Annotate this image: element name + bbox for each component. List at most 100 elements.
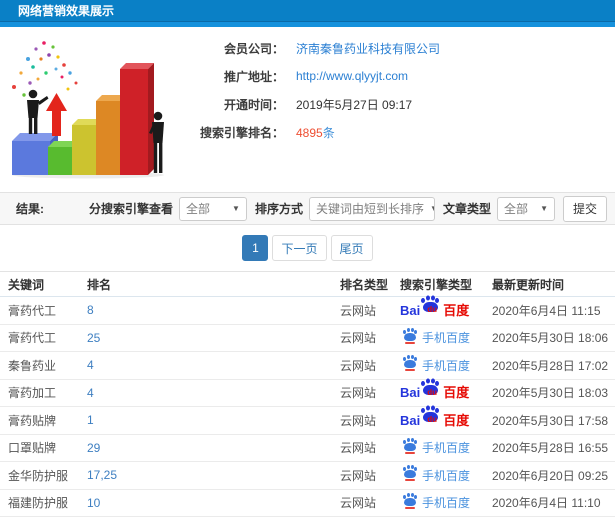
col-keyword: 关键词 [8, 277, 45, 292]
mobile-baidu-logo: 手机百度 [403, 467, 471, 484]
rank-link[interactable]: 4 [87, 358, 340, 372]
company-label: 会员公司： [223, 41, 284, 56]
rank-link[interactable]: 10 [87, 496, 340, 510]
updated-cell: 2020年6月20日 09:25 [492, 468, 609, 483]
rank-type-cell: 云网站 [340, 303, 377, 318]
engine-filter-value: 全部 [185, 202, 210, 216]
company-link[interactable]: 济南秦鲁药业科技有限公司 [296, 40, 440, 57]
updated-cell: 2020年5月28日 17:02 [492, 358, 609, 373]
mobile-baidu-paw-icon [403, 329, 416, 344]
table-row: 膏药代工 8 云网站 Bai du 百度 2020年6月4日 11:15 [0, 297, 615, 325]
col-updated: 最新更新时间 [492, 277, 565, 292]
info-row-rank-count: 搜索引擎排名： 4895条 [184, 124, 440, 140]
baidu-logo: Bai du 百度 [400, 408, 470, 428]
rank-type-cell: 云网站 [340, 413, 377, 428]
sort-value: 关键词由短到长排序 [315, 202, 424, 216]
mobile-baidu-paw-icon [403, 494, 416, 509]
baidu-logo-cn: 百度 [443, 385, 470, 401]
baidu-logo-bai: Bai [400, 302, 421, 318]
results-table: 关键词 排名 排名类型 搜索引擎类型 最新更新时间 膏药代工 8 云网站 Bai du 百… [0, 271, 615, 517]
keyword-cell: 秦鲁药业 [8, 358, 57, 373]
updated-cell: 2020年6月4日 11:10 [492, 496, 601, 511]
keyword-cell: 口罩贴牌 [8, 441, 57, 456]
businessman-left [27, 89, 49, 134]
submit-button[interactable]: 提交 [562, 195, 607, 222]
mobile-baidu-logo: 手机百度 [403, 494, 471, 511]
next-page-button[interactable]: 下一页 [272, 235, 327, 261]
paw-underline [405, 479, 415, 482]
page-1-button[interactable]: 1 [242, 235, 269, 261]
mobile-baidu-label: 手机百度 [422, 468, 471, 483]
sort-select[interactable]: 关键词由短到长排序 ▼ [308, 196, 435, 221]
filter-controls: 分搜索引擎查看 全部 ▼ 排序方式 关键词由短到长排序 ▼ 文章类型 全部 ▼ … [81, 195, 607, 222]
mobile-baidu-label: 手机百度 [422, 496, 471, 511]
updated-cell: 2020年5月30日 18:03 [492, 386, 609, 401]
mobile-baidu-paw-icon [403, 439, 416, 454]
rank-link[interactable]: 25 [87, 331, 340, 345]
article-type-select[interactable]: 全部 ▼ [496, 196, 555, 221]
table-row: 秦鲁药业 4 云网站 手机百度 2020年5月28日 17:02 [0, 352, 615, 380]
info-row-company: 会员公司： 济南秦鲁药业科技有限公司 [184, 40, 440, 56]
engine-cell: 手机百度 [400, 357, 492, 374]
bar-red [120, 63, 154, 175]
confetti-dots [12, 41, 78, 97]
mobile-baidu-label: 手机百度 [422, 331, 471, 346]
baidu-logo: Bai du 百度 [400, 380, 470, 401]
engine-cell: 手机百度 [400, 494, 492, 511]
engine-filter-label: 分搜索引擎查看 [88, 202, 173, 216]
updated-cell: 2020年5月28日 16:55 [492, 441, 609, 456]
baidu-logo-du: du [427, 305, 438, 315]
table-row: 口罩贴牌 29 云网站 手机百度 2020年5月28日 16:55 [0, 435, 615, 462]
rank-type-cell: 云网站 [340, 331, 377, 346]
table-row: 膏药加工 4 云网站 Bai du 百度 2020年5月30日 18:03 [0, 380, 615, 407]
info-row-open-time: 开通时间： 2019年5月27日 09:17 [184, 96, 440, 112]
baidu-paw-icon: du [421, 380, 439, 397]
keyword-cell: 金华防护服 [8, 468, 69, 483]
marketing-chart-illustration [12, 41, 164, 179]
engine-cell: 手机百度 [400, 467, 492, 484]
hero-section: 会员公司： 济南秦鲁药业科技有限公司 推广地址： http://www.qlyy… [0, 27, 615, 179]
baidu-paw-icon: du [421, 298, 439, 315]
engine-cell: Bai du 百度 [400, 380, 492, 401]
baidu-logo-bai: Bai [400, 412, 421, 428]
rank-type-cell: 云网站 [340, 468, 377, 483]
rank-link[interactable]: 8 [87, 303, 340, 317]
rank-link[interactable]: 17,25 [87, 468, 340, 482]
baidu-logo: Bai du 百度 [400, 298, 469, 318]
open-time-label: 开通时间： [223, 97, 284, 112]
engine-cell: 手机百度 [400, 439, 492, 456]
mobile-baidu-paw-icon [403, 357, 416, 372]
article-type-label: 文章类型 [442, 202, 491, 216]
engine-filter-select[interactable]: 全部 ▼ [178, 196, 247, 221]
paw-underline [405, 369, 415, 372]
keyword-cell: 膏药贴牌 [8, 413, 57, 428]
keyword-cell: 膏药代工 [8, 303, 57, 318]
rank-type-cell: 云网站 [340, 496, 377, 511]
table-row: 膏药贴牌 1 云网站 Bai du 百度 2020年5月30日 17:58 [0, 407, 615, 435]
updated-cell: 2020年5月30日 18:06 [492, 331, 609, 346]
mobile-baidu-logo: 手机百度 [403, 439, 470, 456]
baidu-logo-cn: 百度 [443, 412, 470, 428]
rank-count-label: 搜索引擎排名： [199, 125, 284, 140]
rank-link[interactable]: 1 [87, 413, 340, 427]
rank-count-value: 4895 [296, 125, 323, 140]
rank-type-cell: 云网站 [340, 358, 377, 373]
promo-url-link[interactable]: http://www.qlyyjt.com [296, 69, 408, 83]
last-page-button[interactable]: 尾页 [330, 235, 373, 261]
filter-bar: 结果: 分搜索引擎查看 全部 ▼ 排序方式 关键词由短到长排序 ▼ 文章类型 全… [0, 192, 615, 225]
results-table-body: 膏药代工 8 云网站 Bai du 百度 2020年6月4日 11:15 膏药代工 25 云网站手… [0, 297, 615, 517]
up-arrow-icon [46, 93, 67, 136]
mobile-baidu-paw-icon [403, 467, 416, 482]
table-row: 膏药代工 25 云网站 手机百度 2020年5月30日 18:06 [0, 325, 615, 352]
table-row: 金华防护服 17,25 云网站 手机百度 2020年6月20日 09:25 [0, 462, 615, 490]
rank-link[interactable]: 4 [87, 386, 340, 400]
engine-cell: 手机百度 [400, 329, 492, 346]
info-row-url: 推广地址： http://www.qlyyjt.com [184, 68, 440, 84]
promo-url-label: 推广地址： [223, 69, 284, 84]
mobile-baidu-logo: 手机百度 [403, 357, 470, 374]
baidu-logo-du: du [427, 387, 438, 397]
pagination: 1 下一页 尾页 [0, 225, 615, 271]
baidu-paw-icon: du [421, 408, 439, 424]
rank-link[interactable]: 29 [87, 441, 340, 455]
chevron-down-icon: ▼ [232, 204, 240, 213]
